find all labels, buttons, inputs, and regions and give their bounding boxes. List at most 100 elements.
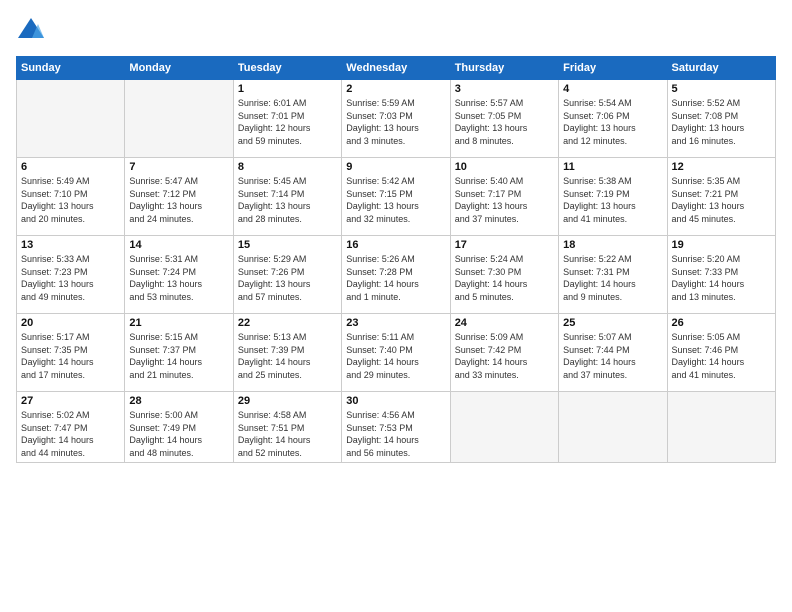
day-number: 16 <box>346 239 445 251</box>
weekday-header: Thursday <box>450 57 558 80</box>
day-number: 2 <box>346 83 445 95</box>
calendar-cell: 22 Sunrise: 5:13 AM Sunset: 7:39 PM Dayli… <box>233 314 341 392</box>
calendar-cell: 8 Sunrise: 5:45 AM Sunset: 7:14 PM Daylig… <box>233 158 341 236</box>
day-info: Sunrise: 6:01 AM Sunset: 7:01 PM Dayligh… <box>238 97 337 147</box>
day-info: Sunrise: 5:05 AM Sunset: 7:46 PM Dayligh… <box>672 331 771 381</box>
weekday-header: Monday <box>125 57 233 80</box>
day-number: 23 <box>346 317 445 329</box>
day-info: Sunrise: 5:20 AM Sunset: 7:33 PM Dayligh… <box>672 253 771 303</box>
calendar-cell: 23Sunrise: 5:11 AM Sunset: 7:40 PM Dayli… <box>342 314 450 392</box>
day-number: 17 <box>455 239 554 251</box>
day-number: 14 <box>129 239 228 251</box>
calendar-cell: 30 Sunrise: 4:56 AM Sunset: 7:53 PM Dayli… <box>342 392 450 463</box>
day-info: Sunrise: 5:15 AM Sunset: 7:37 PM Dayligh… <box>129 331 228 381</box>
logo <box>16 16 50 46</box>
day-number: 11 <box>563 161 662 173</box>
day-number: 21 <box>129 317 228 329</box>
calendar-cell: 14 Sunrise: 5:31 AM Sunset: 7:24 PM Dayli… <box>125 236 233 314</box>
header <box>16 16 776 46</box>
day-number: 9 <box>346 161 445 173</box>
day-number: 15 <box>238 239 337 251</box>
day-info: Sunrise: 5:22 AM Sunset: 7:31 PM Dayligh… <box>563 253 662 303</box>
calendar-cell: 21 Sunrise: 5:15 AM Sunset: 7:37 PM Dayli… <box>125 314 233 392</box>
day-number: 1 <box>238 83 337 95</box>
calendar-cell: 28 Sunrise: 5:00 AM Sunset: 7:49 PM Dayli… <box>125 392 233 463</box>
day-number: 3 <box>455 83 554 95</box>
calendar-cell: 20 Sunrise: 5:17 AM Sunset: 7:35 PM Dayli… <box>17 314 125 392</box>
calendar-cell: 1 Sunrise: 6:01 AM Sunset: 7:01 PM Daylig… <box>233 80 341 158</box>
calendar-cell: 6 Sunrise: 5:49 AM Sunset: 7:10 PM Daylig… <box>17 158 125 236</box>
weekday-header: Saturday <box>667 57 775 80</box>
calendar-week-row: 1 Sunrise: 6:01 AM Sunset: 7:01 PM Daylig… <box>17 80 776 158</box>
day-info: Sunrise: 5:49 AM Sunset: 7:10 PM Dayligh… <box>21 175 120 225</box>
day-number: 27 <box>21 395 120 407</box>
day-info: Sunrise: 5:52 AM Sunset: 7:08 PM Dayligh… <box>672 97 771 147</box>
day-info: Sunrise: 5:00 AM Sunset: 7:49 PM Dayligh… <box>129 409 228 459</box>
calendar-cell: 29 Sunrise: 4:58 AM Sunset: 7:51 PM Dayli… <box>233 392 341 463</box>
day-number: 24 <box>455 317 554 329</box>
calendar-cell: 24 Sunrise: 5:09 AM Sunset: 7:42 PM Dayli… <box>450 314 558 392</box>
calendar-cell <box>125 80 233 158</box>
day-info: Sunrise: 5:40 AM Sunset: 7:17 PM Dayligh… <box>455 175 554 225</box>
day-info: Sunrise: 5:42 AM Sunset: 7:15 PM Dayligh… <box>346 175 445 225</box>
calendar-cell: 26 Sunrise: 5:05 AM Sunset: 7:46 PM Dayli… <box>667 314 775 392</box>
calendar: SundayMondayTuesdayWednesdayThursdayFrid… <box>16 56 776 463</box>
calendar-cell <box>559 392 667 463</box>
calendar-cell: 2 Sunrise: 5:59 AM Sunset: 7:03 PM Daylig… <box>342 80 450 158</box>
day-info: Sunrise: 5:31 AM Sunset: 7:24 PM Dayligh… <box>129 253 228 303</box>
day-number: 18 <box>563 239 662 251</box>
calendar-header-row: SundayMondayTuesdayWednesdayThursdayFrid… <box>17 57 776 80</box>
day-info: Sunrise: 4:56 AM Sunset: 7:53 PM Dayligh… <box>346 409 445 459</box>
day-info: Sunrise: 5:35 AM Sunset: 7:21 PM Dayligh… <box>672 175 771 225</box>
day-info: Sunrise: 5:59 AM Sunset: 7:03 PM Dayligh… <box>346 97 445 147</box>
day-info: Sunrise: 5:13 AM Sunset: 7:39 PM Dayligh… <box>238 331 337 381</box>
day-number: 7 <box>129 161 228 173</box>
day-number: 26 <box>672 317 771 329</box>
calendar-cell: 27Sunrise: 5:02 AM Sunset: 7:47 PM Dayli… <box>17 392 125 463</box>
day-number: 10 <box>455 161 554 173</box>
day-info: Sunrise: 5:29 AM Sunset: 7:26 PM Dayligh… <box>238 253 337 303</box>
day-number: 29 <box>238 395 337 407</box>
calendar-cell: 9 Sunrise: 5:42 AM Sunset: 7:15 PM Daylig… <box>342 158 450 236</box>
page: SundayMondayTuesdayWednesdayThursdayFrid… <box>0 0 792 612</box>
calendar-cell: 3Sunrise: 5:57 AM Sunset: 7:05 PM Daylig… <box>450 80 558 158</box>
calendar-cell: 13Sunrise: 5:33 AM Sunset: 7:23 PM Dayli… <box>17 236 125 314</box>
weekday-header: Wednesday <box>342 57 450 80</box>
calendar-week-row: 6 Sunrise: 5:49 AM Sunset: 7:10 PM Daylig… <box>17 158 776 236</box>
day-info: Sunrise: 5:38 AM Sunset: 7:19 PM Dayligh… <box>563 175 662 225</box>
day-number: 5 <box>672 83 771 95</box>
calendar-cell: 19Sunrise: 5:20 AM Sunset: 7:33 PM Dayli… <box>667 236 775 314</box>
day-number: 30 <box>346 395 445 407</box>
day-info: Sunrise: 5:26 AM Sunset: 7:28 PM Dayligh… <box>346 253 445 303</box>
day-number: 13 <box>21 239 120 251</box>
day-number: 28 <box>129 395 228 407</box>
calendar-cell: 7 Sunrise: 5:47 AM Sunset: 7:12 PM Daylig… <box>125 158 233 236</box>
day-number: 8 <box>238 161 337 173</box>
logo-icon <box>16 16 46 46</box>
day-info: Sunrise: 5:47 AM Sunset: 7:12 PM Dayligh… <box>129 175 228 225</box>
calendar-cell: 15 Sunrise: 5:29 AM Sunset: 7:26 PM Dayli… <box>233 236 341 314</box>
day-number: 4 <box>563 83 662 95</box>
day-number: 22 <box>238 317 337 329</box>
calendar-cell <box>17 80 125 158</box>
weekday-header: Sunday <box>17 57 125 80</box>
day-number: 6 <box>21 161 120 173</box>
day-info: Sunrise: 5:45 AM Sunset: 7:14 PM Dayligh… <box>238 175 337 225</box>
calendar-cell: 16 Sunrise: 5:26 AM Sunset: 7:28 PM Dayli… <box>342 236 450 314</box>
weekday-header: Tuesday <box>233 57 341 80</box>
calendar-cell: 25Sunrise: 5:07 AM Sunset: 7:44 PM Dayli… <box>559 314 667 392</box>
calendar-cell: 17 Sunrise: 5:24 AM Sunset: 7:30 PM Dayli… <box>450 236 558 314</box>
day-info: Sunrise: 5:09 AM Sunset: 7:42 PM Dayligh… <box>455 331 554 381</box>
weekday-header: Friday <box>559 57 667 80</box>
day-number: 20 <box>21 317 120 329</box>
day-info: Sunrise: 5:17 AM Sunset: 7:35 PM Dayligh… <box>21 331 120 381</box>
calendar-cell <box>667 392 775 463</box>
day-info: Sunrise: 5:24 AM Sunset: 7:30 PM Dayligh… <box>455 253 554 303</box>
calendar-cell: 4Sunrise: 5:54 AM Sunset: 7:06 PM Daylig… <box>559 80 667 158</box>
calendar-cell: 18 Sunrise: 5:22 AM Sunset: 7:31 PM Dayli… <box>559 236 667 314</box>
calendar-cell <box>450 392 558 463</box>
calendar-cell: 5 Sunrise: 5:52 AM Sunset: 7:08 PM Daylig… <box>667 80 775 158</box>
day-info: Sunrise: 4:58 AM Sunset: 7:51 PM Dayligh… <box>238 409 337 459</box>
calendar-cell: 12Sunrise: 5:35 AM Sunset: 7:21 PM Dayli… <box>667 158 775 236</box>
calendar-week-row: 27Sunrise: 5:02 AM Sunset: 7:47 PM Dayli… <box>17 392 776 463</box>
